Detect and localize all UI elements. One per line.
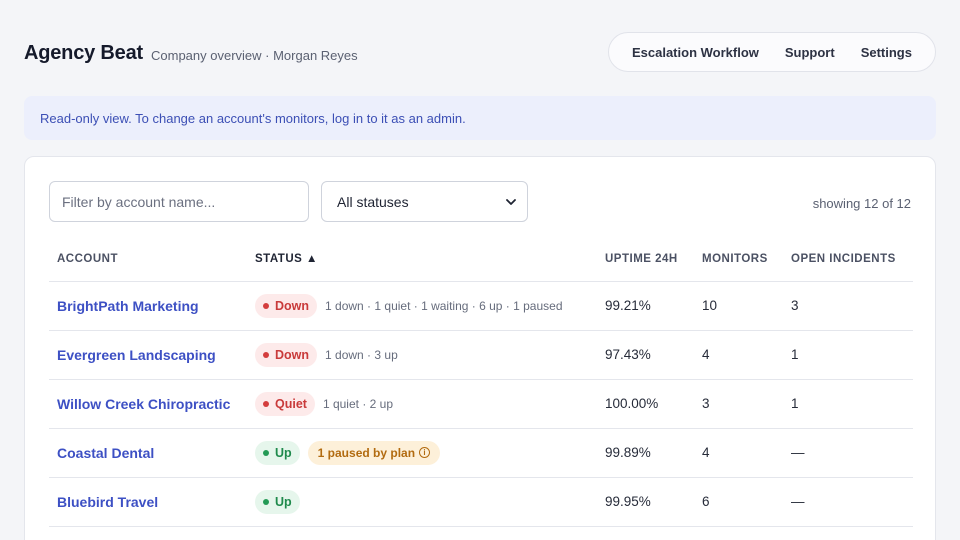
col-uptime[interactable]: UPTIME 24H	[597, 237, 694, 282]
page-header: Agency Beat Company overview · Morgan Re…	[24, 32, 936, 72]
cell-uptime: 99.95%	[597, 477, 694, 527]
account-link[interactable]: Evergreen Landscaping	[57, 347, 216, 363]
cell-uptime: 100.00%	[597, 379, 694, 429]
table-row[interactable]: Coastal Dental Up 1 paused by plan i 99.89% 4…	[49, 428, 913, 478]
status-dot-icon	[263, 498, 269, 505]
cell-open-incidents: 3	[783, 281, 913, 331]
status-detail: 1 down · 1 quiet · 1 waiting · 6 up · 1 …	[325, 298, 563, 313]
col-monitors[interactable]: MONITORS	[694, 237, 783, 282]
brand-title: Agency Beat	[24, 42, 143, 64]
status-badge: Quiet	[255, 391, 315, 416]
cell-monitors: 6	[694, 477, 783, 527]
account-link[interactable]: Bluebird Travel	[57, 494, 158, 510]
cell-account: Evergreen Landscaping	[49, 330, 247, 380]
status-label: Up	[275, 445, 292, 460]
cell-open-incidents: 1	[783, 379, 913, 429]
account-link[interactable]: Willow Creek Chiropractic	[57, 396, 230, 412]
status-detail: 1 down · 3 up	[325, 347, 398, 362]
col-status[interactable]: STATUS ▲	[247, 237, 597, 282]
accounts-card: All statuses showing 12 of 12 ACCOUNT ST…	[24, 156, 936, 540]
cell-status: Up	[247, 477, 597, 527]
page-subtitle: Company overview · Morgan Reyes	[151, 48, 358, 63]
cell-status: Quiet 1 quiet · 2 up	[247, 379, 597, 429]
cell-monitors: 4	[694, 428, 783, 478]
col-account[interactable]: ACCOUNT	[49, 237, 247, 282]
status-detail: 1 quiet · 2 up	[322, 396, 394, 411]
table-header-row: ACCOUNT STATUS ▲ UPTIME 24H MONITORS OPE…	[49, 237, 913, 282]
status-label: Down	[275, 298, 310, 313]
table-row[interactable]: Bluebird Travel Up 99.95% 6—	[49, 477, 913, 527]
cell-open-incidents: —	[783, 428, 913, 478]
info-icon[interactable]: i	[419, 447, 431, 458]
top-nav: Escalation Workflow Support Settings	[608, 32, 936, 72]
col-open-incidents[interactable]: OPEN INCIDENTS	[783, 237, 913, 282]
plan-paused-badge[interactable]: 1 paused by plan i	[307, 440, 441, 465]
cell-uptime: 97.43%	[597, 330, 694, 380]
status-dot-icon	[263, 351, 269, 358]
cell-account: BrightPath Marketing	[49, 281, 247, 331]
status-filter-value: All statuses	[337, 193, 409, 210]
nav-escalation-workflow[interactable]: Escalation Workflow	[632, 45, 759, 60]
table-row[interactable]: Willow Creek Chiropractic Quiet 1 quiet · …	[49, 379, 913, 429]
result-count: showing 12 of 12	[812, 196, 911, 211]
status-label: Up	[275, 494, 292, 509]
cell-account: Willow Creek Chiropractic	[49, 379, 247, 429]
read-only-notice: Read-only view. To change an account's m…	[24, 96, 936, 140]
accounts-table: ACCOUNT STATUS ▲ UPTIME 24H MONITORS OPE…	[49, 237, 913, 527]
status-filter-select[interactable]: All statuses	[321, 181, 528, 222]
cell-monitors: 4	[694, 330, 783, 380]
account-filter-input[interactable]	[49, 181, 309, 222]
status-dot-icon	[263, 302, 269, 309]
nav-settings[interactable]: Settings	[861, 45, 912, 60]
chevron-down-icon	[506, 198, 516, 205]
cell-status: Down 1 down · 1 quiet · 1 waiting · 6 up …	[247, 281, 597, 331]
cell-open-incidents: 1	[783, 330, 913, 380]
status-badge: Up	[255, 489, 300, 514]
cell-account: Bluebird Travel	[49, 477, 247, 527]
table-row[interactable]: Evergreen Landscaping Down 1 down · 3 up 97…	[49, 330, 913, 380]
plan-paused-label: 1 paused by plan	[317, 445, 416, 460]
status-label: Down	[275, 347, 310, 362]
table-row[interactable]: BrightPath Marketing Down 1 down · 1 quiet…	[49, 281, 913, 331]
cell-open-incidents: —	[783, 477, 913, 527]
status-badge: Up	[255, 440, 300, 465]
account-link[interactable]: Coastal Dental	[57, 445, 154, 461]
status-badge: Down	[255, 342, 318, 367]
cell-uptime: 99.89%	[597, 428, 694, 478]
cell-account: Coastal Dental	[49, 428, 247, 478]
cell-status: Down 1 down · 3 up	[247, 330, 597, 380]
nav-support[interactable]: Support	[785, 45, 835, 60]
status-label: Quiet	[275, 396, 307, 411]
cell-status: Up 1 paused by plan i	[247, 428, 597, 478]
status-dot-icon	[263, 400, 269, 407]
cell-monitors: 3	[694, 379, 783, 429]
status-badge: Down	[255, 293, 318, 318]
status-dot-icon	[263, 449, 269, 456]
account-link[interactable]: BrightPath Marketing	[57, 298, 199, 314]
cell-monitors: 10	[694, 281, 783, 331]
cell-uptime: 99.21%	[597, 281, 694, 331]
